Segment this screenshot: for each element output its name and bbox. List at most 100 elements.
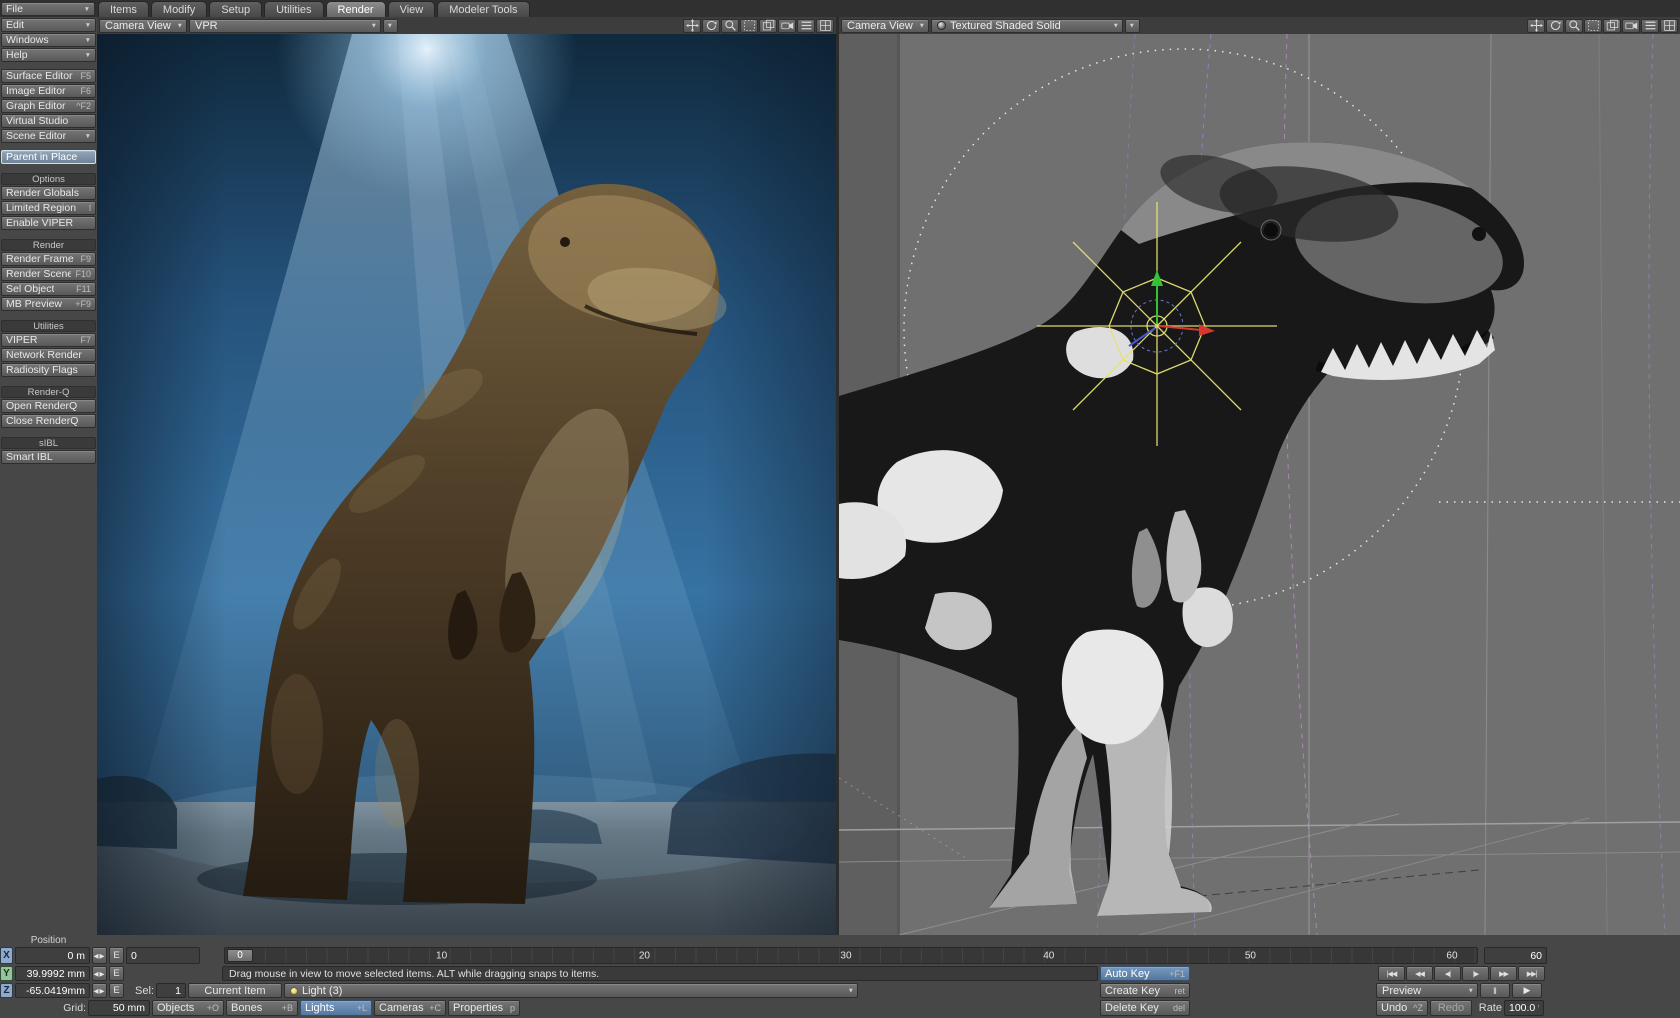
end-frame-field[interactable] bbox=[1484, 947, 1547, 964]
current-frame-field[interactable] bbox=[126, 947, 200, 964]
mode-objects-button[interactable]: Objects +O bbox=[152, 1000, 224, 1016]
close-renderq-button[interactable]: Close RenderQ bbox=[1, 414, 96, 428]
move-icon[interactable] bbox=[1527, 19, 1545, 33]
file-menu-button[interactable]: File bbox=[1, 2, 95, 16]
render-mode-dropdown[interactable]: Textured Shaded Solid bbox=[931, 19, 1123, 33]
open-renderq-button[interactable]: Open RenderQ bbox=[1, 399, 96, 413]
current-item-button[interactable]: Current Item bbox=[188, 983, 282, 998]
tick-40: 40 bbox=[1043, 950, 1054, 961]
undo-button[interactable]: Undo ^Z bbox=[1376, 1000, 1428, 1016]
mode-cameras-button[interactable]: Cameras +C bbox=[374, 1000, 446, 1016]
shortcut-hint: ^Z bbox=[1409, 1003, 1423, 1013]
render-mode-dropdown[interactable]: VPR bbox=[189, 19, 381, 33]
step-forward-button[interactable]: |▶ bbox=[1462, 966, 1489, 981]
z-envelope-button[interactable]: E bbox=[109, 983, 124, 998]
render-frame-button[interactable]: Render FrameF9 bbox=[1, 252, 96, 266]
y-value-field[interactable] bbox=[15, 966, 90, 981]
go-end-button[interactable]: ▶▶| bbox=[1518, 966, 1545, 981]
quad-view-icon[interactable] bbox=[816, 19, 834, 33]
windows-menu-button[interactable]: Windows bbox=[1, 33, 96, 47]
tab-view[interactable]: View bbox=[388, 1, 436, 17]
go-start-button[interactable]: |◀◀ bbox=[1378, 966, 1405, 981]
prev-key-button[interactable]: ◀◀ bbox=[1406, 966, 1433, 981]
z-spinner[interactable]: ◀▶ bbox=[92, 983, 107, 998]
x-value-field[interactable] bbox=[15, 947, 90, 964]
mode-lights-button[interactable]: Lights +L bbox=[300, 1000, 372, 1016]
shaded-3d-view[interactable] bbox=[839, 34, 1680, 935]
y-spinner[interactable]: ◀▶ bbox=[92, 966, 107, 981]
shortcut-hint: +O bbox=[203, 1003, 219, 1013]
redo-button[interactable]: Redo bbox=[1430, 1000, 1472, 1016]
x-envelope-button[interactable]: E bbox=[109, 947, 124, 964]
camera-icon[interactable] bbox=[778, 19, 796, 33]
rotate-icon[interactable] bbox=[1546, 19, 1564, 33]
tab-utilities[interactable]: Utilities bbox=[264, 1, 323, 17]
z-value-field[interactable] bbox=[15, 983, 90, 998]
tab-items[interactable]: Items bbox=[98, 1, 149, 17]
tab-modeler-tools[interactable]: Modeler Tools bbox=[437, 1, 529, 17]
preview-dropdown[interactable]: Preview bbox=[1376, 983, 1478, 998]
bottom-panel: Position X ◀▶ E 0 10 20 30 40 50 60 0 bbox=[0, 935, 1680, 1018]
tab-setup[interactable]: Setup bbox=[209, 1, 262, 17]
step-back-button[interactable]: ◀| bbox=[1434, 966, 1461, 981]
view-type-dropdown[interactable]: Camera View bbox=[99, 19, 187, 33]
vpr-render-view[interactable] bbox=[97, 34, 836, 935]
preview-label: Preview bbox=[1382, 985, 1421, 997]
x-spinner[interactable]: ◀▶ bbox=[92, 947, 107, 964]
view-type-dropdown[interactable]: Camera View bbox=[841, 19, 929, 33]
menu-icon[interactable] bbox=[1641, 19, 1659, 33]
scene-editor-button[interactable]: Scene Editor bbox=[1, 129, 96, 143]
y-envelope-button[interactable]: E bbox=[109, 966, 124, 981]
tab-render[interactable]: Render bbox=[326, 1, 386, 17]
viper-button[interactable]: VIPERF7 bbox=[1, 333, 96, 347]
network-render-button[interactable]: Network Render bbox=[1, 348, 96, 362]
rate-field[interactable] bbox=[1504, 1000, 1544, 1016]
play-button[interactable]: ▶ bbox=[1512, 983, 1542, 998]
create-key-button[interactable]: Create Key ret bbox=[1100, 983, 1190, 998]
parent-in-place-button[interactable]: Parent in Place bbox=[1, 150, 96, 164]
button-label: Properties bbox=[453, 1002, 503, 1014]
image-editor-button[interactable]: Image EditorF6 bbox=[1, 84, 96, 98]
mode-bones-button[interactable]: Bones +B bbox=[226, 1000, 298, 1016]
radiosity-flags-button[interactable]: Radiosity Flags bbox=[1, 363, 96, 377]
quad-view-icon[interactable] bbox=[1660, 19, 1678, 33]
selection-count-field[interactable] bbox=[156, 983, 186, 998]
delete-key-button[interactable]: Delete Key del bbox=[1100, 1000, 1190, 1016]
surface-editor-button[interactable]: Surface EditorF5 bbox=[1, 69, 96, 83]
tab-modify[interactable]: Modify bbox=[151, 1, 207, 17]
viewport-options-dropdown[interactable] bbox=[383, 19, 398, 33]
zoom-icon[interactable] bbox=[1565, 19, 1583, 33]
move-icon[interactable] bbox=[683, 19, 701, 33]
sel-object-button[interactable]: Sel ObjectF11 bbox=[1, 282, 96, 296]
rotate-icon[interactable] bbox=[702, 19, 720, 33]
grid-size-field[interactable] bbox=[88, 1000, 150, 1016]
render-globals-button[interactable]: Render Globals bbox=[1, 186, 96, 200]
viewport-options-dropdown[interactable] bbox=[1125, 19, 1140, 33]
virtual-studio-button[interactable]: Virtual Studio bbox=[1, 114, 96, 128]
layers-icon[interactable] bbox=[1603, 19, 1621, 33]
mb-preview-button[interactable]: MB Preview+F9 bbox=[1, 297, 96, 311]
camera-icon[interactable] bbox=[1622, 19, 1640, 33]
timeline-track[interactable]: 0 10 20 30 40 50 60 0 bbox=[224, 947, 1478, 964]
edit-menu-button[interactable]: Edit bbox=[1, 18, 96, 32]
frame-slider-handle[interactable]: 0 bbox=[227, 949, 253, 962]
current-item-dropdown[interactable]: Light (3) bbox=[284, 983, 858, 998]
zoom-icon[interactable] bbox=[721, 19, 739, 33]
region-icon[interactable] bbox=[740, 19, 758, 33]
layers-icon[interactable] bbox=[759, 19, 777, 33]
pause-button[interactable]: ‖ bbox=[1480, 983, 1510, 998]
tick-10: 10 bbox=[436, 950, 447, 961]
graph-editor-button[interactable]: Graph Editor^F2 bbox=[1, 99, 96, 113]
limited-region-button[interactable]: Limited Regionl bbox=[1, 201, 96, 215]
help-menu-button[interactable]: Help bbox=[1, 48, 96, 62]
enable-viper-button[interactable]: Enable VIPER bbox=[1, 216, 96, 230]
auto-key-button[interactable]: Auto Key +F1 bbox=[1100, 966, 1190, 981]
menu-icon[interactable] bbox=[797, 19, 815, 33]
smart-ibl-button[interactable]: Smart IBL bbox=[1, 450, 96, 464]
mode-properties-button[interactable]: Properties p bbox=[448, 1000, 520, 1016]
region-icon[interactable] bbox=[1584, 19, 1602, 33]
viewport-right: Camera View Textured Shaded Solid bbox=[839, 17, 1680, 935]
render-scene-button[interactable]: Render SceneF10 bbox=[1, 267, 96, 281]
next-key-button[interactable]: ▶▶ bbox=[1490, 966, 1517, 981]
section-header-render-q: Render-Q bbox=[1, 386, 96, 398]
